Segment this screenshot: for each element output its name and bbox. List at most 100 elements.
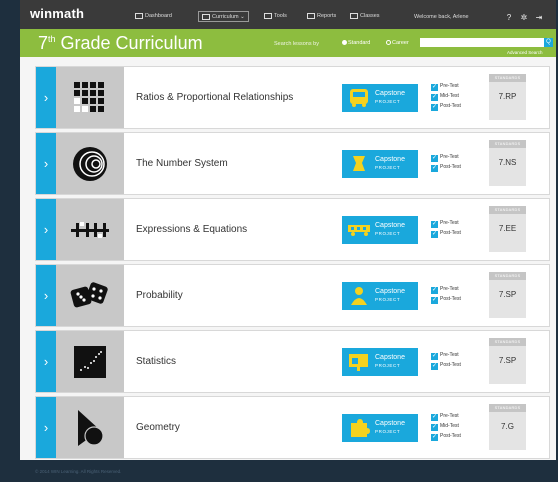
nav-classes-label: Classes [360, 13, 380, 19]
standard-code: 7.EE [498, 224, 517, 233]
lesson-title[interactable]: The Number System [136, 133, 228, 194]
project-label: PROJECT [375, 363, 401, 368]
standard-code: 7.SP [498, 356, 517, 365]
lesson-title[interactable]: Probability [136, 265, 183, 326]
checkmark-icon: ✓ [431, 165, 438, 172]
chevron-right-icon[interactable]: › [36, 67, 56, 128]
lesson-row[interactable]: › Ratios & Proportional Relationships Ca… [35, 66, 550, 129]
capstone-project-button[interactable]: Capstone PROJECT [342, 216, 418, 244]
scatter-plot-icon [74, 346, 106, 378]
nav-classes[interactable]: Classes [350, 11, 380, 22]
lesson-title[interactable]: Expressions & Equations [136, 199, 247, 260]
search-button[interactable]: Q [544, 38, 553, 47]
lesson-title[interactable]: Statistics [136, 331, 176, 392]
checkmark-icon: ✓ [431, 94, 438, 101]
nav-tools[interactable]: Tools [264, 11, 287, 22]
capstone-project-button[interactable]: Capstone PROJECT [342, 150, 418, 178]
checkmark-icon: ✓ [431, 424, 438, 431]
mid-test-checkbox[interactable]: ✓ Mid-Test [431, 91, 481, 101]
project-label: PROJECT [375, 99, 401, 104]
pre-test-checkbox[interactable]: ✓ Pre-Test [431, 81, 481, 91]
checkmark-icon: ✓ [431, 287, 438, 294]
lesson-row[interactable]: › The Number System Capstone PROJECT ✓ Pre… [35, 132, 550, 195]
top-navigation-bar: winmath Dashboard Curriculum ⌄ Tools Rep… [20, 0, 556, 29]
checkmark-icon: ✓ [431, 84, 438, 91]
capstone-project-button[interactable]: Capstone PROJECT [342, 414, 418, 442]
curriculum-header: 7th Grade Curriculum Search lessons by S… [20, 29, 556, 57]
standard-code: 7.G [501, 422, 514, 431]
radio-standard[interactable]: Standard [342, 40, 370, 46]
footer-copyright: © 2014 WIN Learning. All Rights Reserved… [35, 469, 122, 474]
lesson-title[interactable]: Ratios & Proportional Relationships [136, 67, 293, 128]
pre-test-checkbox[interactable]: ✓ Pre-Test [431, 411, 481, 421]
standards-badge[interactable]: STANDARDS 7.SP [489, 272, 526, 318]
lesson-title[interactable]: Geometry [136, 397, 180, 458]
post-test-checkbox[interactable]: ✓ Post-Test [431, 228, 481, 238]
capstone-label: Capstone [375, 90, 405, 97]
post-test-checkbox[interactable]: ✓ Post-Test [431, 294, 481, 304]
radio-selected-icon [342, 40, 347, 45]
pre-test-checkbox[interactable]: ✓ Pre-Test [431, 218, 481, 228]
standards-badge[interactable]: STANDARDS 7.EE [489, 206, 526, 252]
brand-logo[interactable]: winmath [30, 6, 84, 21]
standards-badge[interactable]: STANDARDS 7.G [489, 404, 526, 450]
operators-icon [71, 222, 109, 238]
test-list: ✓ Pre-Test ✓ Post-Test [431, 284, 481, 304]
chevron-right-icon[interactable]: › [36, 331, 56, 392]
capstone-project-button[interactable]: Capstone PROJECT [342, 348, 418, 376]
test-list: ✓ Pre-Test ✓ Post-Test [431, 152, 481, 172]
project-label: PROJECT [375, 231, 401, 236]
nav-curriculum[interactable]: Curriculum ⌄ [198, 11, 249, 22]
checkmark-icon: ✓ [431, 297, 438, 304]
nav-reports-label: Reports [317, 13, 337, 19]
nav-dashboard[interactable]: Dashboard [135, 11, 172, 22]
checkmark-icon: ✓ [431, 104, 438, 111]
standards-label: STANDARDS [489, 338, 526, 346]
chevron-right-icon[interactable]: › [36, 199, 56, 260]
standards-badge[interactable]: STANDARDS 7.SP [489, 338, 526, 384]
capstone-project-button[interactable]: Capstone PROJECT [342, 84, 418, 112]
lesson-row[interactable]: › Probability Capstone PROJECT ✓ Pre-Test … [35, 264, 550, 327]
standard-code: 7.SP [498, 290, 517, 299]
nav-reports[interactable]: Reports [307, 11, 336, 22]
lesson-row[interactable]: › Expressions & Equations Capstone PROJEC… [35, 198, 550, 261]
lesson-row[interactable]: › Statistics Capstone PROJECT ✓ Pre-Test ✓… [35, 330, 550, 393]
trophy-icon [353, 156, 365, 171]
pre-test-checkbox[interactable]: ✓ Pre-Test [431, 152, 481, 162]
pre-test-checkbox[interactable]: ✓ Pre-Test [431, 350, 481, 360]
capstone-label: Capstone [375, 354, 405, 361]
logout-icon[interactable]: ⇥ [535, 14, 543, 22]
pre-test-checkbox[interactable]: ✓ Pre-Test [431, 284, 481, 294]
search-by-label: Search lessons by [274, 41, 319, 47]
search-input[interactable] [420, 38, 544, 47]
post-test-checkbox[interactable]: ✓ Post-Test [431, 101, 481, 111]
reports-icon [307, 12, 315, 19]
gear-icon[interactable]: ✲ [520, 14, 528, 22]
standards-badge[interactable]: STANDARDS 7.RP [489, 74, 526, 120]
checkmark-icon: ✓ [431, 363, 438, 370]
lesson-row[interactable]: › Geometry Capstone PROJECT ✓ Pre-Test ✓ Mi… [35, 396, 550, 459]
test-list: ✓ Pre-Test ✓ Mid-Test ✓ Post-Test [431, 411, 481, 441]
advanced-search-link[interactable]: Advanced Search [507, 50, 543, 55]
chevron-right-icon[interactable]: › [36, 397, 56, 458]
chevron-right-icon[interactable]: › [36, 133, 56, 194]
post-test-checkbox[interactable]: ✓ Post-Test [431, 162, 481, 172]
mid-test-checkbox[interactable]: ✓ Mid-Test [431, 421, 481, 431]
help-icon[interactable]: ? [505, 14, 513, 22]
concentric-circles-icon [73, 147, 107, 181]
project-label: PROJECT [375, 297, 401, 302]
standards-badge[interactable]: STANDARDS 7.NS [489, 140, 526, 186]
standards-label: STANDARDS [489, 206, 526, 214]
post-test-checkbox[interactable]: ✓ Post-Test [431, 431, 481, 441]
capstone-project-button[interactable]: Capstone PROJECT [342, 282, 418, 310]
standards-label: STANDARDS [489, 404, 526, 412]
lesson-thumbnail [56, 265, 124, 326]
checkmark-icon: ✓ [431, 221, 438, 228]
radio-career[interactable]: Career [386, 40, 409, 46]
test-list: ✓ Pre-Test ✓ Mid-Test ✓ Post-Test [431, 81, 481, 111]
puzzle-icon [351, 419, 370, 437]
post-test-checkbox[interactable]: ✓ Post-Test [431, 360, 481, 370]
dashboard-icon [135, 12, 143, 19]
standards-label: STANDARDS [489, 140, 526, 148]
chevron-right-icon[interactable]: › [36, 265, 56, 326]
